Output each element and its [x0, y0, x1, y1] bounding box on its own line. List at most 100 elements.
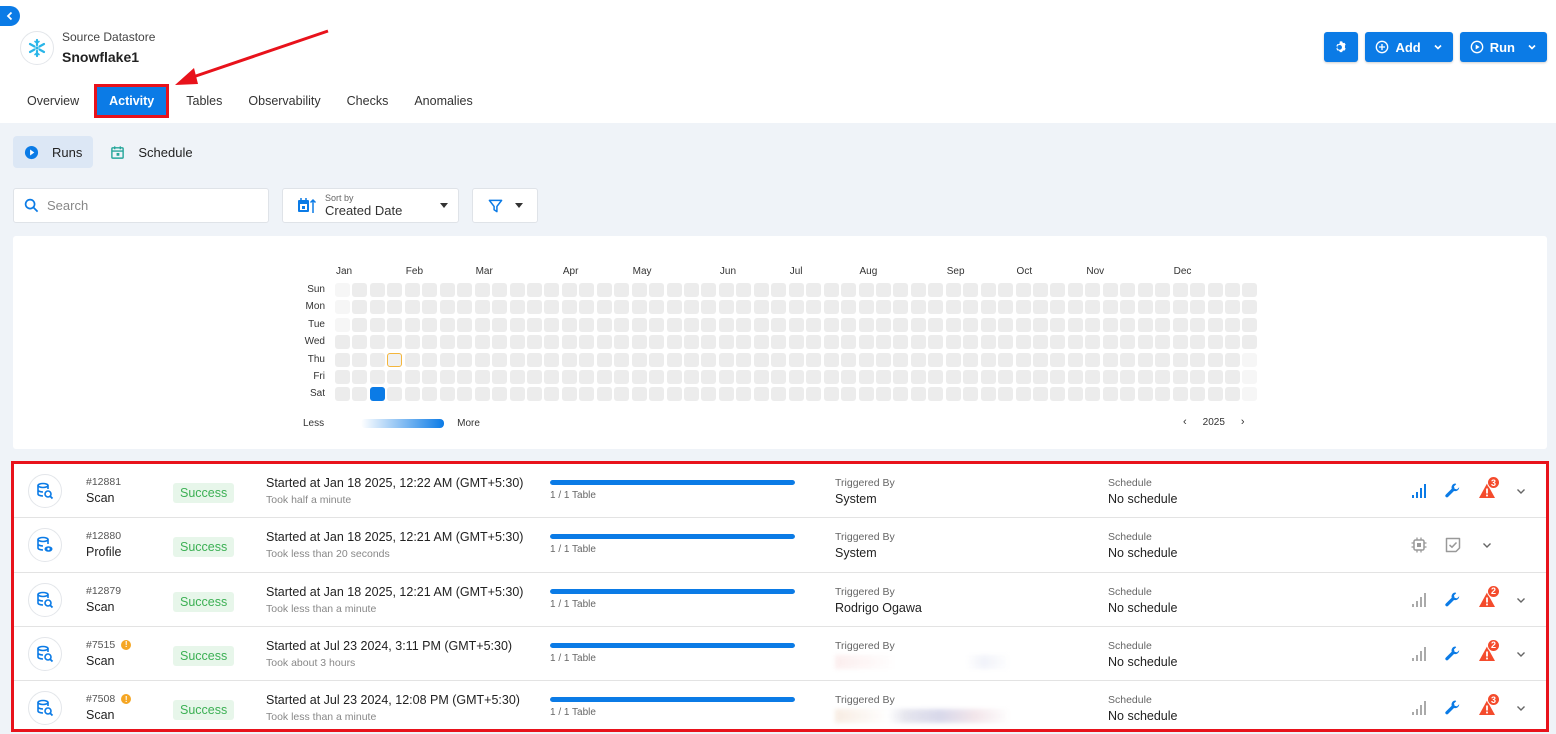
heatmap-cell[interactable] — [945, 352, 961, 367]
search-input[interactable] — [47, 198, 247, 213]
heatmap-cell[interactable] — [945, 317, 961, 332]
heatmap-cell[interactable] — [526, 317, 542, 332]
heatmap-cell[interactable] — [1067, 283, 1083, 297]
heatmap-cell[interactable] — [1190, 352, 1206, 367]
heatmap-cell[interactable] — [457, 352, 473, 367]
heatmap-cell[interactable] — [701, 300, 717, 315]
heatmap-cell[interactable] — [404, 387, 420, 402]
heatmap-cell[interactable] — [649, 300, 665, 315]
heatmap-cell[interactable] — [492, 387, 508, 402]
heatmap-cell[interactable] — [1085, 300, 1101, 315]
heatmap-cell[interactable] — [684, 335, 699, 350]
heatmap-cell[interactable] — [1033, 335, 1048, 350]
heatmap-cell[interactable] — [544, 352, 560, 367]
heatmap-cell[interactable] — [1207, 352, 1223, 367]
heatmap-cell[interactable] — [369, 387, 385, 402]
heatmap-cell[interactable] — [649, 352, 665, 367]
heatmap-cell[interactable] — [1155, 335, 1171, 350]
heatmap-cell[interactable] — [1120, 317, 1136, 332]
heatmap-cell[interactable] — [771, 317, 787, 332]
heatmap-cell[interactable] — [945, 387, 961, 402]
heatmap-cell[interactable] — [1033, 370, 1048, 384]
heatmap-cell[interactable] — [1102, 335, 1118, 350]
heatmap-cell[interactable] — [771, 387, 787, 402]
tab-anomalies[interactable]: Anomalies — [401, 86, 485, 116]
heatmap-cell[interactable] — [596, 283, 612, 297]
tab-checks[interactable]: Checks — [334, 86, 402, 116]
heatmap-cell[interactable] — [439, 335, 455, 350]
heatmap-cell[interactable] — [614, 370, 630, 384]
heatmap-cell[interactable] — [963, 317, 979, 332]
profile-details-button[interactable] — [1402, 533, 1436, 557]
tab-activity[interactable]: Activity — [94, 84, 170, 118]
heatmap-cell[interactable] — [684, 352, 699, 367]
heatmap-cell[interactable] — [404, 283, 420, 297]
heatmap-cell[interactable] — [369, 370, 385, 384]
heatmap-cell[interactable] — [457, 283, 473, 297]
heatmap-cell[interactable] — [753, 370, 769, 384]
heatmap-cell[interactable] — [666, 335, 682, 350]
heatmap-cell[interactable] — [1050, 300, 1066, 315]
expand-row-button[interactable] — [1504, 696, 1538, 720]
heatmap-cell[interactable] — [666, 317, 682, 332]
heatmap-cell[interactable] — [1242, 335, 1258, 350]
heatmap-cell[interactable] — [614, 352, 630, 367]
anomalies-button[interactable]: 3 — [1470, 693, 1504, 720]
heatmap-cell[interactable] — [544, 387, 560, 402]
heatmap-cell[interactable] — [1085, 335, 1101, 350]
heatmap-cell[interactable] — [858, 317, 874, 332]
heatmap-cell[interactable] — [1015, 352, 1031, 367]
heatmap-cell[interactable] — [1120, 300, 1136, 315]
heatmap-cell[interactable] — [352, 335, 368, 350]
heatmap-cell[interactable] — [718, 370, 734, 384]
heatmap-cell[interactable] — [404, 352, 420, 367]
scan-results-button[interactable] — [1402, 696, 1436, 720]
heatmap-cell[interactable] — [945, 283, 961, 297]
heatmap-cell[interactable] — [1050, 283, 1066, 297]
heatmap-cell[interactable] — [1207, 317, 1223, 332]
heatmap-cell[interactable] — [806, 283, 822, 297]
heatmap-cell[interactable] — [1033, 283, 1048, 297]
heatmap-cell[interactable] — [474, 300, 490, 315]
heatmap-cell[interactable] — [980, 335, 996, 350]
heatmap-cell[interactable] — [1067, 387, 1083, 402]
heatmap-cell[interactable] — [963, 300, 979, 315]
heatmap-cell[interactable] — [1033, 317, 1048, 332]
heatmap-cell[interactable] — [928, 300, 944, 315]
heatmap-cell[interactable] — [1224, 387, 1240, 402]
heatmap-cell[interactable] — [910, 335, 926, 350]
heatmap-cell[interactable] — [963, 283, 979, 297]
heatmap-cell[interactable] — [439, 370, 455, 384]
heatmap-cell[interactable] — [945, 370, 961, 384]
heatmap-cell[interactable] — [718, 300, 734, 315]
heatmap-cell[interactable] — [928, 352, 944, 367]
previous-year-button[interactable]: ‹ — [1183, 416, 1187, 428]
heatmap-cell[interactable] — [771, 283, 787, 297]
heatmap-cell[interactable] — [544, 283, 560, 297]
heatmap-cell[interactable] — [1137, 335, 1153, 350]
heatmap-cell[interactable] — [649, 335, 665, 350]
heatmap-cell[interactable] — [352, 352, 368, 367]
heatmap-cell[interactable] — [1015, 317, 1031, 332]
heatmap-cell[interactable] — [1172, 387, 1188, 402]
heatmap-cell[interactable] — [963, 370, 979, 384]
heatmap-cell[interactable] — [474, 335, 490, 350]
heatmap-cell[interactable] — [998, 335, 1014, 350]
heatmap-cell[interactable] — [1050, 370, 1066, 384]
heatmap-cell[interactable] — [369, 283, 385, 297]
heatmap-cell[interactable] — [1050, 317, 1066, 332]
heatmap-cell[interactable] — [875, 370, 891, 384]
heatmap-cell[interactable] — [1102, 283, 1118, 297]
heatmap-cell[interactable] — [614, 387, 630, 402]
heatmap-cell[interactable] — [1155, 387, 1171, 402]
search-field[interactable] — [13, 188, 269, 223]
heatmap-cell[interactable] — [422, 300, 438, 315]
heatmap-cell[interactable] — [422, 370, 438, 384]
heatmap-cell[interactable] — [614, 317, 630, 332]
heatmap-cell[interactable] — [1015, 335, 1031, 350]
heatmap-cell[interactable] — [1155, 317, 1171, 332]
heatmap-cell[interactable] — [1067, 352, 1083, 367]
heatmap-cell[interactable] — [439, 300, 455, 315]
heatmap-cell[interactable] — [1120, 387, 1136, 402]
heatmap-cell[interactable] — [841, 387, 857, 402]
